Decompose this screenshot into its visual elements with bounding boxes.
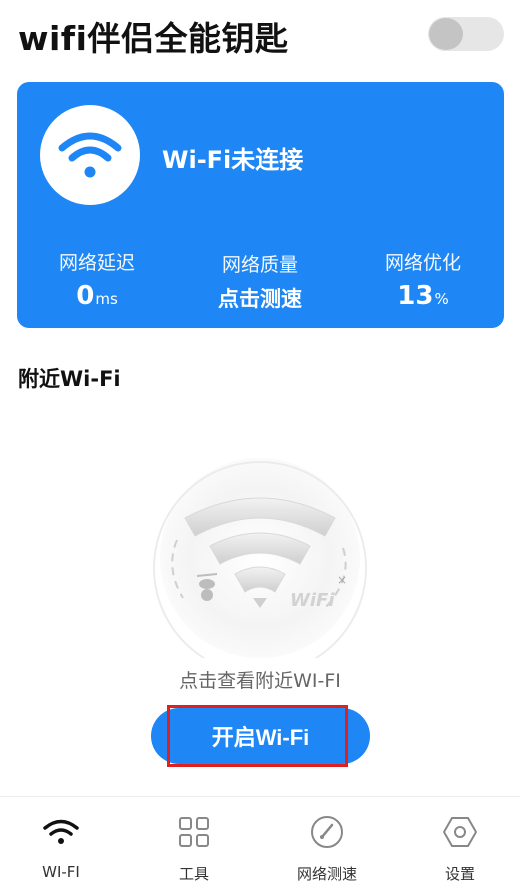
- nearby-wifi-title: 附近Wi-Fi: [18, 367, 121, 391]
- app-header: wifi伴侣全能钥匙: [0, 0, 520, 72]
- wifi-toggle[interactable]: [428, 17, 504, 51]
- stat-label: 网络优化: [384, 252, 461, 274]
- connection-status: Wi-Fi未连接: [162, 146, 304, 174]
- tab-tools[interactable]: 工具: [129, 797, 259, 891]
- illustration-wifi-text: WiFi: [290, 590, 335, 611]
- stat-latency: 网络延迟 0ms: [17, 248, 177, 311]
- tab-label: WI-FI: [42, 863, 80, 881]
- tab-settings[interactable]: 设置: [395, 797, 520, 891]
- stat-value: 13%: [343, 281, 503, 311]
- wifi-icon: [0, 815, 126, 849]
- tab-label: 网络测速: [296, 865, 357, 883]
- enable-wifi-button[interactable]: 开启Wi-Fi: [151, 708, 370, 764]
- svg-text:×: ×: [337, 573, 347, 587]
- stat-value: 0ms: [17, 281, 177, 311]
- speed-test-link[interactable]: 点击测速: [180, 283, 340, 313]
- bottom-tab-bar: WI-FI 工具 网络测速 设置: [0, 796, 520, 891]
- gear-icon: [395, 815, 520, 849]
- toggle-knob: [429, 18, 463, 50]
- optimization-unit: %: [434, 290, 449, 308]
- nearby-hint[interactable]: 点击查看附近WI-FI: [0, 666, 520, 693]
- optimization-value: 13: [397, 281, 434, 311]
- wifi-icon: [40, 105, 140, 205]
- latency-value: 0: [76, 281, 95, 311]
- wifi-illustration: × WiFi: [125, 458, 395, 675]
- wifi-status-card: Wi-Fi未连接 网络延迟 0ms 网络质量 点击测速 网络优化 13%: [17, 82, 504, 328]
- grid-icon: [129, 815, 259, 849]
- latency-unit: ms: [95, 290, 118, 308]
- tab-label: 设置: [444, 865, 475, 883]
- tab-wifi[interactable]: WI-FI: [0, 797, 126, 891]
- speedometer-icon: [262, 815, 392, 849]
- stat-optimization: 网络优化 13%: [343, 248, 503, 311]
- tab-speed-test[interactable]: 网络测速: [262, 797, 392, 891]
- stat-quality[interactable]: 网络质量 点击测速: [180, 250, 340, 313]
- app-title: wifi伴侣全能钥匙: [18, 19, 289, 58]
- stat-label: 网络质量: [221, 254, 298, 276]
- tab-label: 工具: [178, 865, 209, 883]
- stat-label: 网络延迟: [58, 252, 135, 274]
